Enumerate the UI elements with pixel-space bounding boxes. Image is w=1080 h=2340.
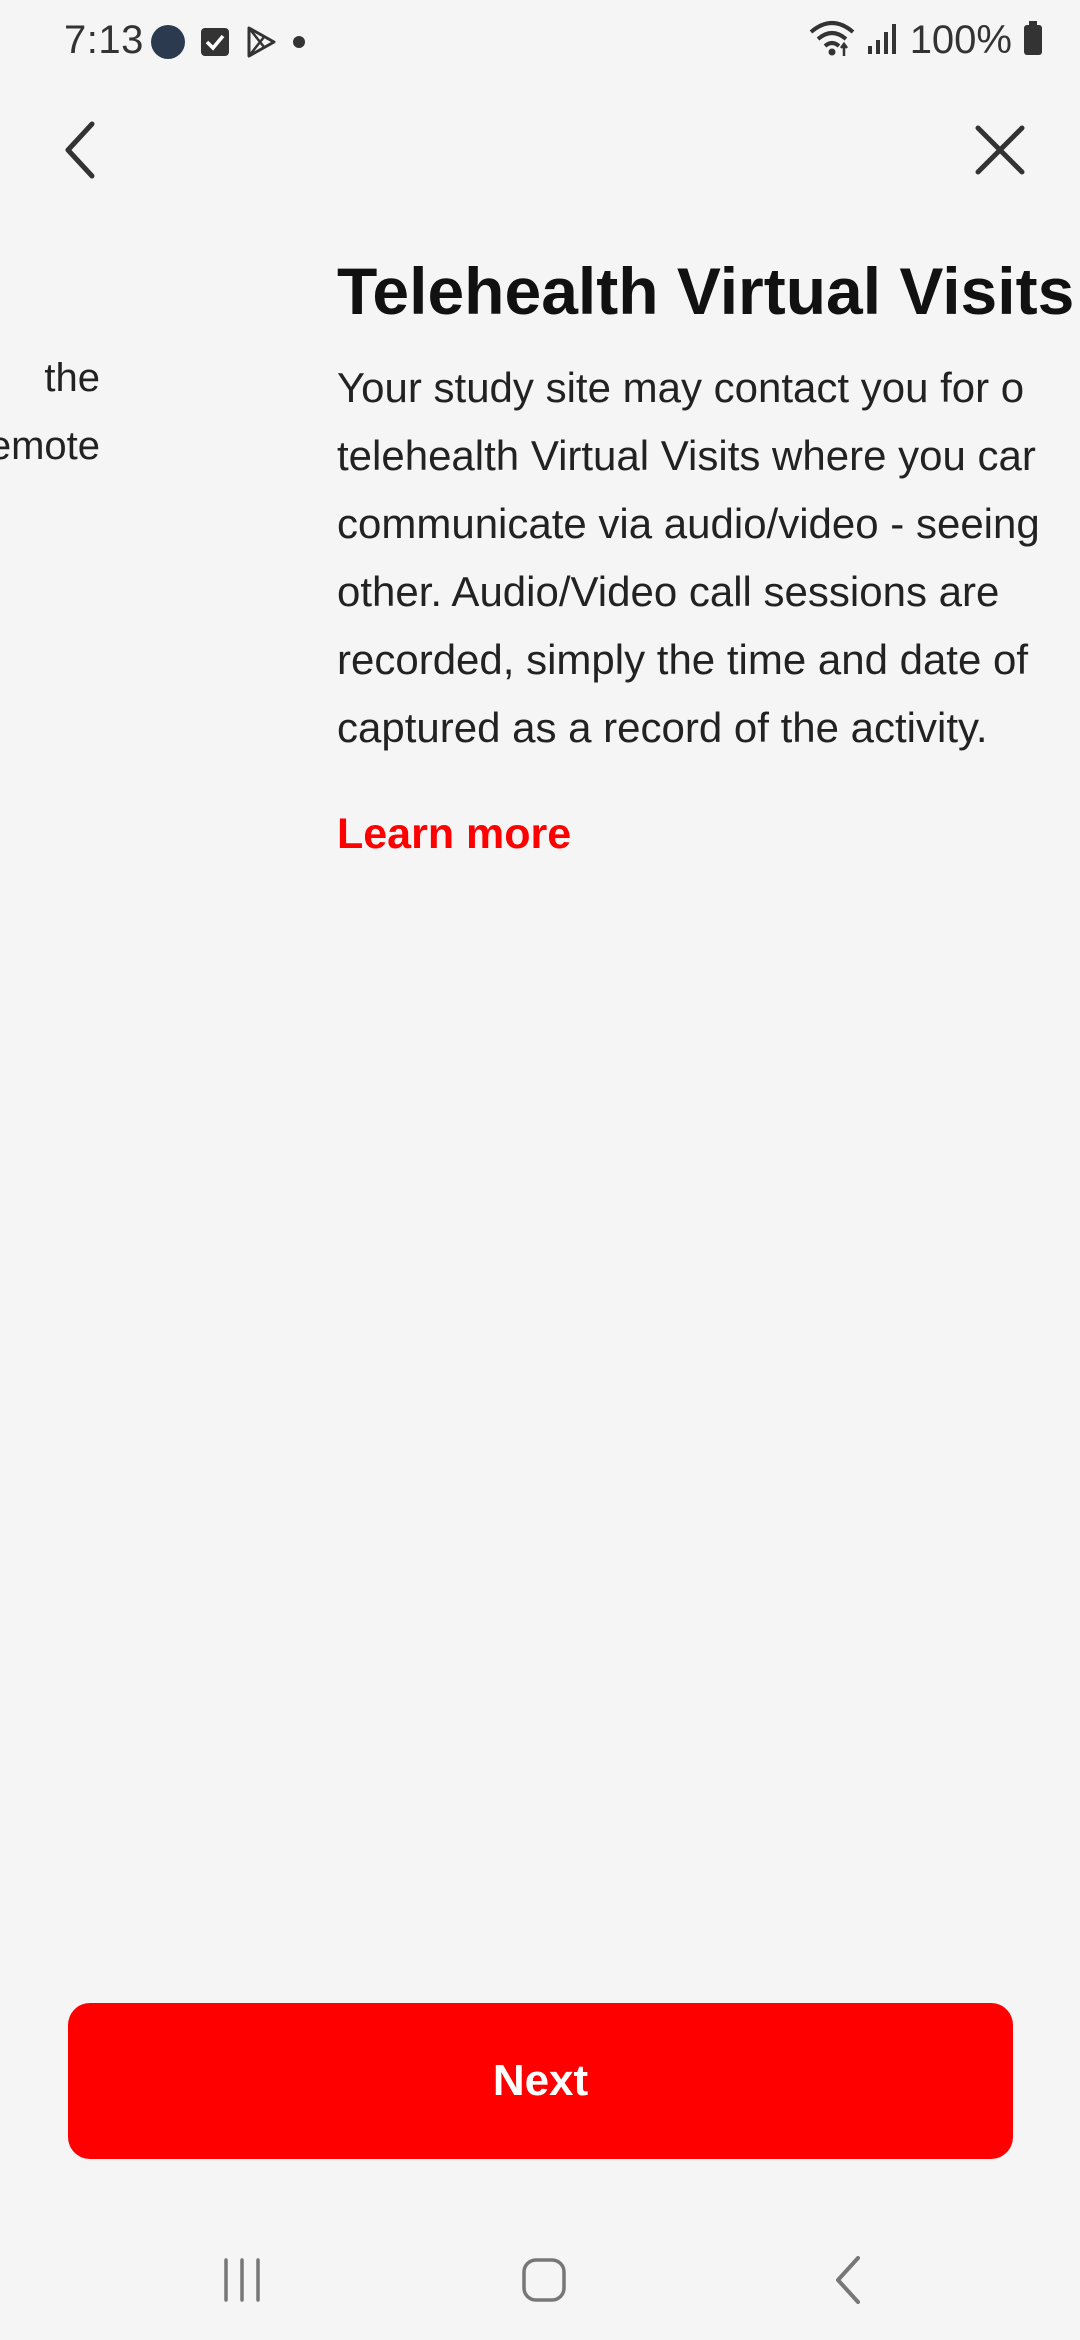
play-store-icon [244,25,278,64]
body-line: recorded, simply the time and date of [337,636,1029,683]
signal-icon [866,20,900,61]
status-bar: 7:13 100% [0,0,1080,88]
battery-percent: 100% [909,18,1012,62]
previous-page-line: the [44,356,100,400]
body-line: communicate via audio/video - seeing [337,500,1040,547]
battery-icon [1022,20,1044,61]
home-button[interactable] [494,2250,594,2310]
close-icon [975,125,1025,175]
body-line: telehealth Virtual Visits where you car [337,432,1036,479]
wifi-icon [808,18,856,63]
system-status: 100% [808,18,1044,63]
current-page: Telehealth Virtual Visits Your study sit… [337,220,1080,859]
onboarding-carousel[interactable]: the emote Telehealth Virtual Visits Your… [0,220,1080,1920]
home-icon [522,2258,566,2302]
header [0,100,1080,200]
body-line: other. Audio/Video call sessions are [337,568,1000,615]
page-title: Telehealth Virtual Visits [337,254,1075,328]
recents-icon [224,2258,260,2302]
close-button[interactable] [960,110,1040,190]
dot-icon [292,35,306,54]
previous-page-text: the emote [0,220,100,480]
learn-more-link[interactable]: Learn more [337,810,571,859]
recents-button[interactable] [192,2250,292,2310]
body-line: Your study site may contact you for o [337,364,1025,411]
system-back-button[interactable] [798,2250,898,2310]
back-button[interactable] [40,110,120,190]
chevron-left-icon [65,121,95,179]
navigation-bar [0,2220,1080,2340]
page-body: Your study site may contact you for o te… [337,354,1080,762]
status-time: 7:13 [64,18,144,62]
next-button[interactable]: Next [68,2003,1013,2159]
checkbox-icon [200,27,230,62]
previous-page-line: emote [0,424,100,468]
app-icon [150,24,186,65]
body-line: captured as a record of the activity. [337,704,988,751]
notification-icons [150,24,306,65]
back-icon [836,2256,860,2304]
